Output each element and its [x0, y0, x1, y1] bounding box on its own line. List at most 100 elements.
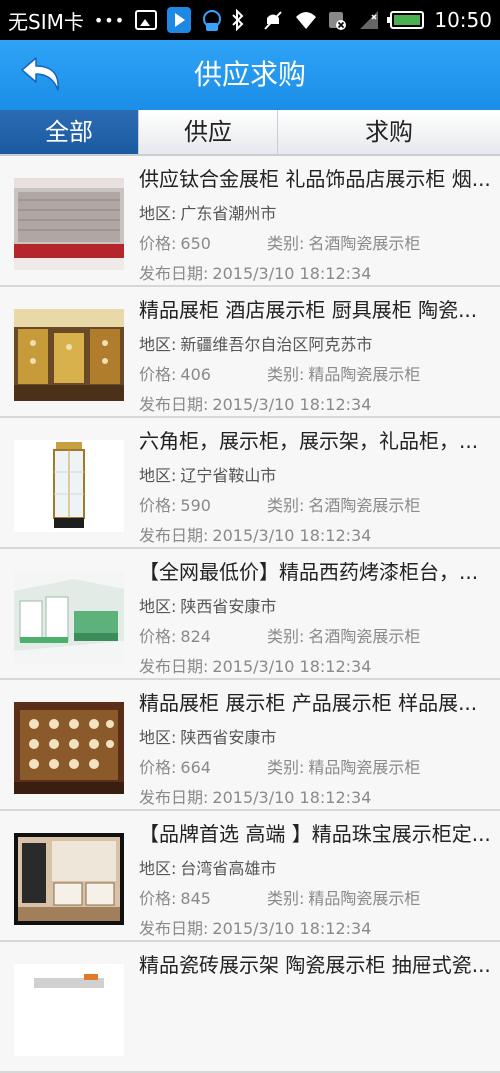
sim-error-icon	[326, 9, 348, 31]
item-title: 供应钛合金展柜 礼品饰品店展示柜 烟...	[139, 167, 491, 191]
mute-icon	[262, 9, 284, 31]
region-value: 广东省潮州市	[180, 204, 277, 223]
item-region: 地区: 台湾省高雄市	[139, 857, 276, 881]
category-value: 精品陶瓷展示柜	[308, 758, 421, 777]
item-title: 精品瓷砖展示架 陶瓷展示柜 抽屉式瓷...	[139, 953, 491, 977]
product-image	[14, 702, 124, 794]
price-label: 价格:	[139, 758, 177, 777]
date-label: 发布日期:	[139, 264, 209, 283]
region-value: 辽宁省鞍山市	[180, 466, 277, 485]
tab-supply[interactable]: 供应	[139, 110, 278, 154]
price-label: 价格:	[139, 627, 177, 646]
price-value: 590	[180, 496, 211, 515]
item-region: 地区: 陕西省安康市	[139, 726, 276, 750]
back-button[interactable]	[18, 50, 68, 100]
region-value: 陕西省安康市	[180, 597, 277, 616]
item-date: 发布日期: 2015/3/10 18:12:34	[139, 655, 371, 679]
price-label: 价格:	[139, 496, 177, 515]
item-category: 类别: 精品陶瓷展示柜	[267, 887, 420, 911]
product-image	[14, 178, 124, 270]
item-price: 价格: 664	[139, 756, 211, 780]
date-label: 发布日期:	[139, 657, 209, 676]
carrier-text: 无SIM卡	[8, 9, 84, 34]
region-value: 陕西省安康市	[180, 728, 277, 747]
bluetooth-icon	[230, 8, 252, 32]
page-title: 供应求购	[193, 58, 306, 91]
price-label: 价格:	[139, 365, 177, 384]
category-value: 精品陶瓷展示柜	[308, 889, 421, 908]
price-label: 价格:	[139, 234, 177, 253]
app-header: 供应求购	[0, 40, 500, 110]
item-date: 发布日期: 2015/3/10 18:12:34	[139, 524, 371, 548]
category-label: 类别:	[267, 627, 305, 646]
category-label: 类别:	[267, 496, 305, 515]
item-category: 类别: 精品陶瓷展示柜	[267, 756, 420, 780]
item-title: 精品展柜 酒店展示柜 厨具展柜 陶瓷...	[139, 298, 478, 322]
listing-list: 供应钛合金展柜 礼品饰品店展示柜 烟... 地区: 广东省潮州市 价格: 650 类…	[0, 156, 500, 1073]
tab-all[interactable]: 全部	[0, 110, 139, 154]
product-image	[14, 571, 124, 663]
category-label: 类别:	[267, 758, 305, 777]
category-label: 类别:	[267, 365, 305, 384]
region-label: 地区:	[139, 597, 177, 616]
chat-icon	[201, 9, 223, 31]
region-value: 新疆维吾尔自治区阿克苏市	[180, 335, 373, 354]
item-price: 价格: 590	[139, 494, 211, 518]
list-item[interactable]: 六角柜，展示柜，展示架，礼品柜，... 地区: 辽宁省鞍山市 价格: 590 类别:…	[0, 418, 500, 549]
date-value: 2015/3/10 18:12:34	[212, 526, 372, 545]
price-value: 824	[180, 627, 211, 646]
item-date: 发布日期: 2015/3/10 18:12:34	[139, 786, 371, 810]
category-label: 类别:	[267, 889, 305, 908]
date-value: 2015/3/10 18:12:34	[212, 264, 372, 283]
item-date: 发布日期: 2015/3/10 18:12:34	[139, 262, 371, 286]
list-item[interactable]: 精品瓷砖展示架 陶瓷展示柜 抽屉式瓷...	[0, 942, 500, 1073]
item-region: 地区: 新疆维吾尔自治区阿克苏市	[139, 333, 372, 357]
date-value: 2015/3/10 18:12:34	[212, 657, 372, 676]
category-value: 名酒陶瓷展示柜	[308, 234, 421, 253]
item-category: 类别: 名酒陶瓷展示柜	[267, 494, 420, 518]
list-item[interactable]: 精品展柜 酒店展示柜 厨具展柜 陶瓷... 地区: 新疆维吾尔自治区阿克苏市 价格…	[0, 287, 500, 418]
date-label: 发布日期:	[139, 788, 209, 807]
list-item[interactable]: 【全网最低价】精品西药烤漆柜台，... 地区: 陕西省安康市 价格: 824 类别:…	[0, 549, 500, 680]
back-arrow-icon	[21, 57, 59, 91]
item-title: 精品展柜 展示柜 产品展示柜 样品展...	[139, 691, 478, 715]
item-price: 价格: 406	[139, 363, 211, 387]
date-value: 2015/3/10 18:12:34	[212, 395, 372, 414]
battery-icon	[387, 11, 425, 29]
region-value: 台湾省高雄市	[180, 859, 277, 878]
item-region: 地区: 辽宁省鞍山市	[139, 464, 276, 488]
list-item[interactable]: 供应钛合金展柜 礼品饰品店展示柜 烟... 地区: 广东省潮州市 价格: 650 类…	[0, 156, 500, 287]
list-item[interactable]: 【品牌首选 高端 】精品珠宝展示柜定... 地区: 台湾省高雄市 价格: 845 类…	[0, 811, 500, 942]
product-image	[14, 964, 124, 1056]
product-image	[14, 309, 124, 401]
wifi-icon	[294, 9, 317, 31]
item-date: 发布日期: 2015/3/10 18:12:34	[139, 917, 371, 941]
item-title: 【全网最低价】精品西药烤漆柜台，...	[139, 560, 479, 584]
more-notifications-icon: •••	[93, 10, 126, 30]
product-image	[14, 833, 124, 925]
region-label: 地区:	[139, 204, 177, 223]
clock: 10:50	[434, 8, 492, 32]
date-label: 发布日期:	[139, 395, 209, 414]
item-price: 价格: 650	[139, 232, 211, 256]
item-date: 发布日期: 2015/3/10 18:12:34	[139, 393, 371, 417]
list-item[interactable]: 精品展柜 展示柜 产品展示柜 样品展... 地区: 陕西省安康市 价格: 664 类…	[0, 680, 500, 811]
date-value: 2015/3/10 18:12:34	[212, 788, 372, 807]
date-label: 发布日期:	[139, 526, 209, 545]
region-label: 地区:	[139, 728, 177, 747]
price-value: 664	[180, 758, 211, 777]
price-label: 价格:	[139, 889, 177, 908]
item-region: 地区: 陕西省安康市	[139, 595, 276, 619]
item-category: 类别: 名酒陶瓷展示柜	[267, 232, 420, 256]
item-region: 地区: 广东省潮州市	[139, 202, 276, 226]
tab-purchase[interactable]: 求购	[278, 110, 500, 154]
region-label: 地区:	[139, 859, 177, 878]
item-title: 六角柜，展示柜，展示架，礼品柜，...	[139, 429, 479, 453]
date-label: 发布日期:	[139, 919, 209, 938]
category-value: 名酒陶瓷展示柜	[308, 496, 421, 515]
price-value: 845	[180, 889, 211, 908]
item-category: 类别: 精品陶瓷展示柜	[267, 363, 420, 387]
category-tabs: 全部 供应 求购	[0, 110, 500, 156]
category-value: 精品陶瓷展示柜	[308, 365, 421, 384]
item-price: 价格: 845	[139, 887, 211, 911]
